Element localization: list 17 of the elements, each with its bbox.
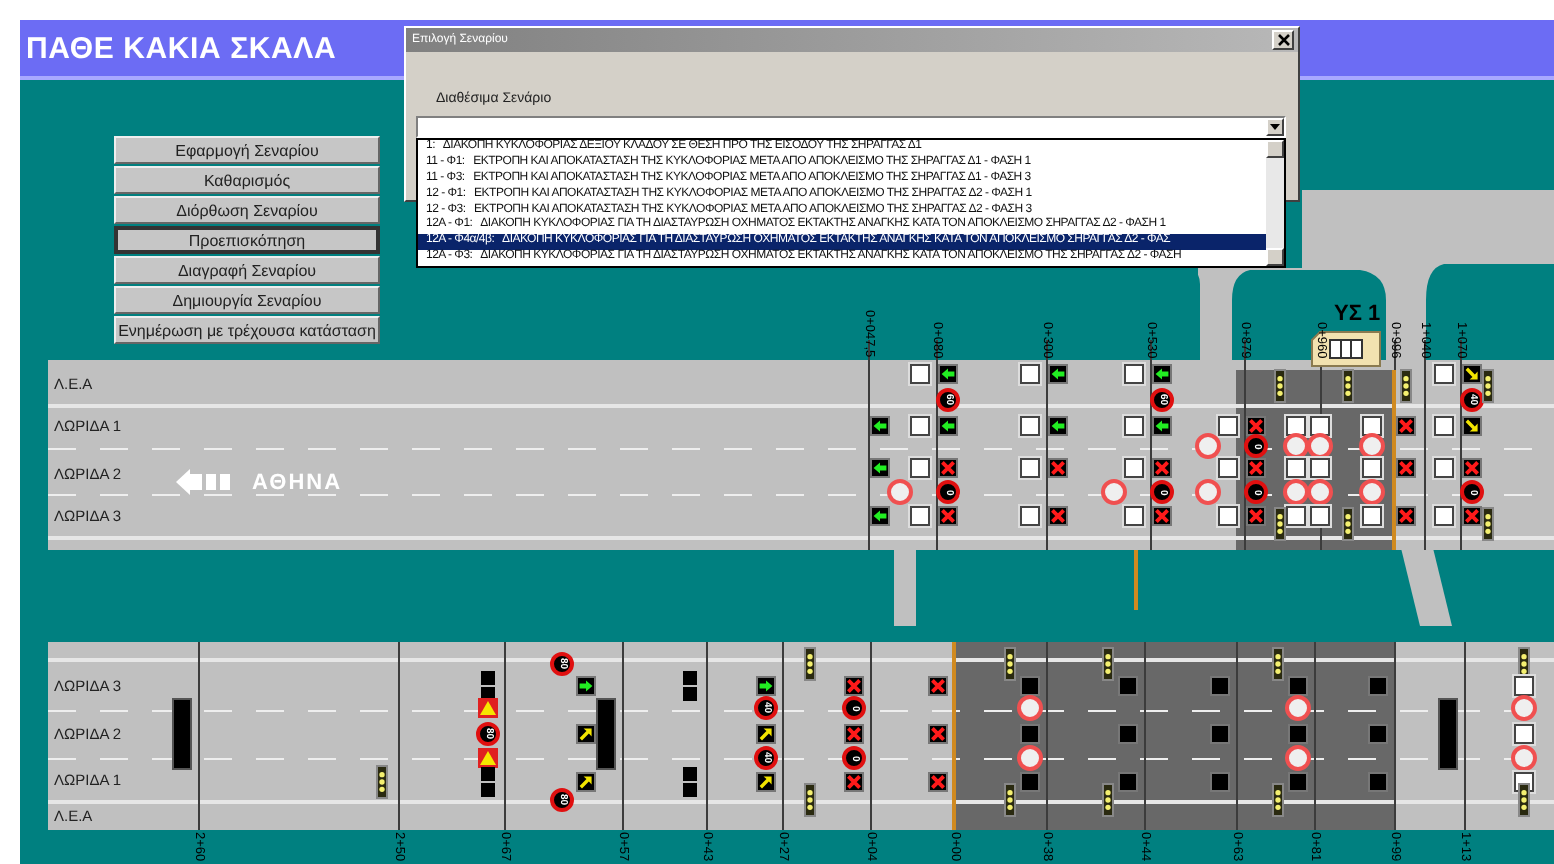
close-icon [1277, 34, 1289, 46]
scenario-button[interactable]: Καθαρισμός [114, 166, 380, 194]
scenario-button[interactable]: Προεπισκόπηση [114, 226, 380, 254]
direction-arrow-icon [176, 469, 236, 495]
scenario-button[interactable]: Δημιουργία Σεναρίου [114, 286, 380, 314]
scrollbar[interactable] [1266, 140, 1284, 266]
caret-icon [1270, 124, 1280, 130]
scenario-button[interactable]: Διαγραφή Σεναρίου [114, 256, 380, 284]
building-label: ΥΣ 1 [1334, 302, 1381, 326]
scenario-button[interactable]: Ενημέρωση με τρέχουσα κατάσταση [114, 316, 380, 344]
scenario-button[interactable]: Διόρθωση Σεναρίου [114, 196, 380, 224]
direction-label: ΑΘΗΝΑ [252, 470, 343, 494]
close-button[interactable] [1272, 30, 1294, 50]
scenario-button[interactable]: Εφαρμογή Σεναρίου [114, 136, 380, 164]
dropdown-button[interactable] [1266, 118, 1284, 136]
app-title: ΠΑΘΕ ΚΑΚΙΑ ΣΚΑΛΑ [26, 31, 337, 65]
scenario-dropdown[interactable] [416, 116, 1286, 138]
